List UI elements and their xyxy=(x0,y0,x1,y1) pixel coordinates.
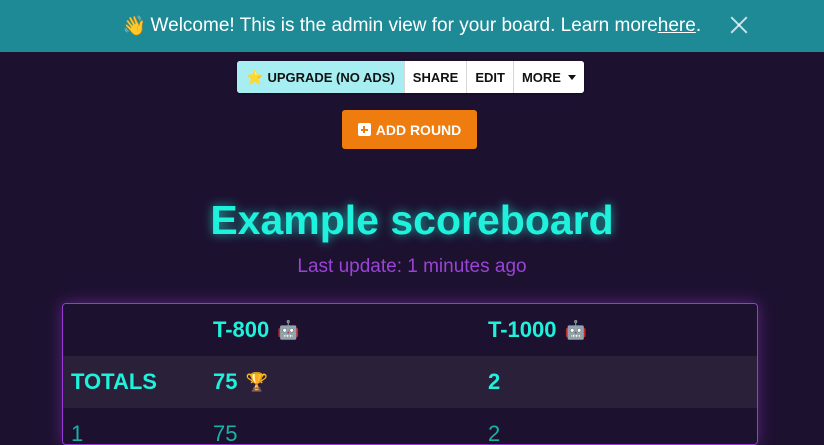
star-icon: ⭐ xyxy=(246,68,264,85)
banner-period: . xyxy=(695,15,702,36)
total-value: 75 xyxy=(213,369,238,394)
score-cell[interactable]: 2 xyxy=(488,408,500,444)
more-label: MORE xyxy=(521,69,561,85)
scoreboard-title: Example scoreboard xyxy=(210,197,614,243)
admin-toolbar: ⭐ UPGRADE (NO ADS) SHARE EDIT MORE xyxy=(237,61,584,93)
totals-row: TOTALS 75 🏆 2 xyxy=(63,356,757,408)
close-icon[interactable] xyxy=(724,10,754,40)
edit-button[interactable]: EDIT xyxy=(467,61,514,93)
table-header-row: T-800 🤖 T-1000 🤖 xyxy=(63,304,757,356)
team-header-t800[interactable]: T-800 🤖 xyxy=(213,304,300,356)
team-name: T-800 xyxy=(213,317,270,342)
round-number: 1 xyxy=(71,421,84,445)
team-header-t1000[interactable]: T-1000 🤖 xyxy=(488,304,587,356)
total-t1000: 2 xyxy=(488,356,500,408)
last-update-text: Last update: 1 minutes ago xyxy=(297,256,527,277)
trophy-icon: 🏆 xyxy=(245,371,268,392)
add-round-label: ADD ROUND xyxy=(375,121,462,138)
more-dropdown-button[interactable]: MORE xyxy=(513,61,584,93)
score-cell[interactable]: 75 xyxy=(213,408,237,444)
welcome-banner: 👋 Welcome! This is the admin view for yo… xyxy=(0,0,824,52)
edit-label: EDIT xyxy=(475,69,505,85)
total-value: 2 xyxy=(488,369,501,394)
table-row: 1 75 2 xyxy=(63,408,757,445)
scoreboard-table: T-800 🤖 T-1000 🤖 TOTALS 75 🏆 2 1 75 2 xyxy=(62,303,758,445)
upgrade-button[interactable]: ⭐ UPGRADE (NO ADS) xyxy=(237,61,405,93)
share-button[interactable]: SHARE xyxy=(404,61,468,93)
team-name: T-1000 xyxy=(488,317,557,342)
banner-learn-more-link[interactable]: here xyxy=(658,15,696,37)
totals-label: TOTALS xyxy=(71,369,157,394)
add-round-button[interactable]: ADD ROUND xyxy=(342,110,477,149)
total-t800: 75 🏆 xyxy=(213,356,268,408)
caret-down-icon xyxy=(567,74,576,80)
banner-text: Welcome! This is the admin view for your… xyxy=(150,15,658,36)
plus-square-icon xyxy=(357,123,371,136)
upgrade-label: UPGRADE (NO ADS) xyxy=(267,69,395,85)
share-label: SHARE xyxy=(412,69,459,85)
robot-icon: 🤖 xyxy=(564,319,587,340)
robot-icon: 🤖 xyxy=(277,319,300,340)
waving-hand-icon: 👋 xyxy=(122,16,147,37)
